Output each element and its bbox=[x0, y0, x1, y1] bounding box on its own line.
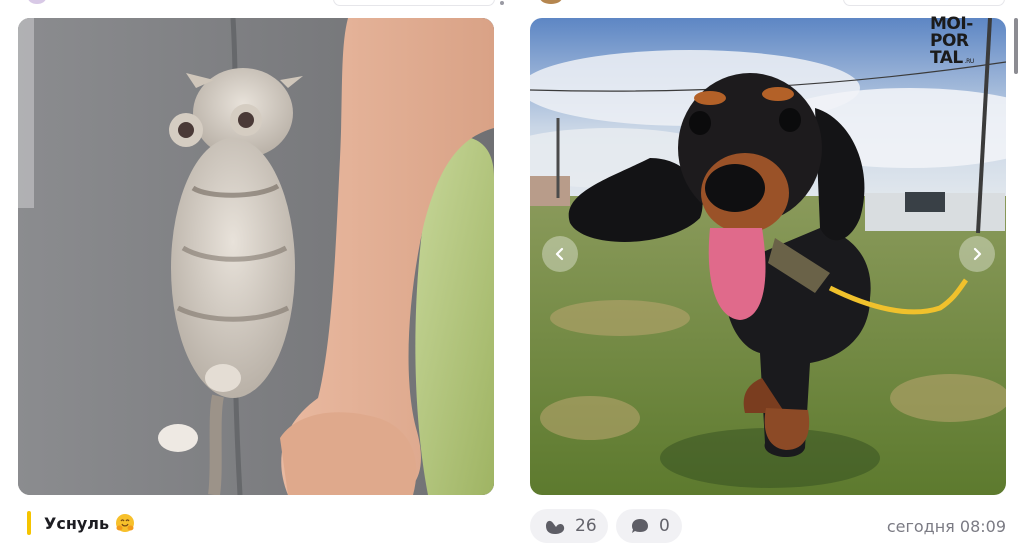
post-timestamp: сегодня 08:09 bbox=[886, 517, 1006, 536]
watermark-line-3: TAL bbox=[930, 48, 963, 68]
separator-dot bbox=[500, 1, 504, 5]
moiportal-watermark: MOI- POR TAL .RU bbox=[930, 16, 996, 70]
comment-count: 0 bbox=[659, 516, 670, 536]
chevron-left-icon bbox=[555, 247, 564, 261]
like-count: 26 bbox=[575, 516, 597, 536]
comment-bubble-icon bbox=[632, 519, 648, 533]
paw-like-icon bbox=[546, 520, 565, 534]
watermark-suffix: .RU bbox=[964, 58, 974, 65]
avatar[interactable] bbox=[28, 0, 46, 4]
post-image-kitten[interactable] bbox=[18, 18, 494, 495]
chevron-right-icon bbox=[973, 247, 982, 261]
scrollbar-thumb[interactable] bbox=[1014, 18, 1018, 74]
carousel-next-button[interactable] bbox=[959, 236, 995, 272]
post-caption-text: Уснуль bbox=[44, 513, 110, 533]
previous-row-strip bbox=[0, 0, 1024, 8]
carousel-prev-button[interactable] bbox=[542, 236, 578, 272]
previous-pill[interactable] bbox=[333, 0, 495, 6]
hugging-face-emoji-icon bbox=[116, 514, 135, 532]
caption-accent-bar bbox=[27, 511, 31, 535]
avatar[interactable] bbox=[540, 0, 562, 4]
dachshund-photo bbox=[530, 18, 1006, 495]
post-caption[interactable]: Уснуль bbox=[44, 513, 135, 533]
kitten-photo bbox=[18, 18, 494, 495]
post-image-dachshund[interactable] bbox=[530, 18, 1006, 495]
previous-pill[interactable] bbox=[843, 0, 1005, 6]
